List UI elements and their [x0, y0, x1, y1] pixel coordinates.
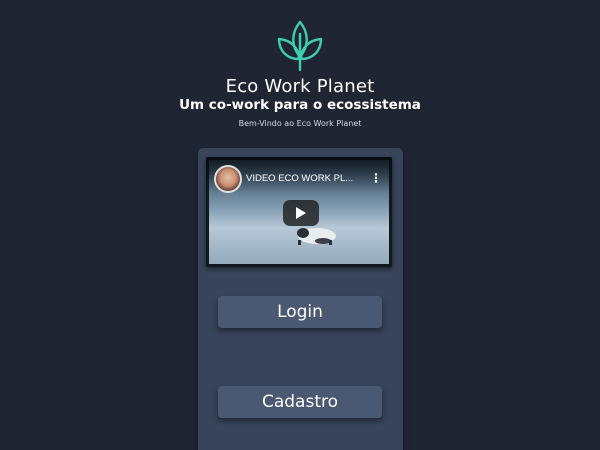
welcome-text: Bem-Vindo ao Eco Work Planet	[238, 119, 362, 128]
play-button[interactable]	[283, 200, 319, 226]
signup-button[interactable]: Cadastro	[218, 386, 382, 418]
app-title: Eco Work Planet	[225, 76, 375, 97]
login-button[interactable]: Login	[218, 296, 382, 328]
app-subtitle: Um co-work para o ecossistema	[179, 97, 421, 113]
play-icon	[296, 207, 306, 219]
leaf-logo-icon	[277, 20, 323, 72]
video-title[interactable]: VIDEO ECO WORK PL...	[246, 173, 353, 184]
channel-avatar[interactable]	[214, 165, 242, 193]
video-embed[interactable]: VIDEO ECO WORK PL... ⋮	[206, 157, 392, 267]
more-vert-icon[interactable]: ⋮	[370, 171, 382, 185]
landing-page: Eco Work Planet Um co-work para o ecossi…	[0, 0, 600, 450]
